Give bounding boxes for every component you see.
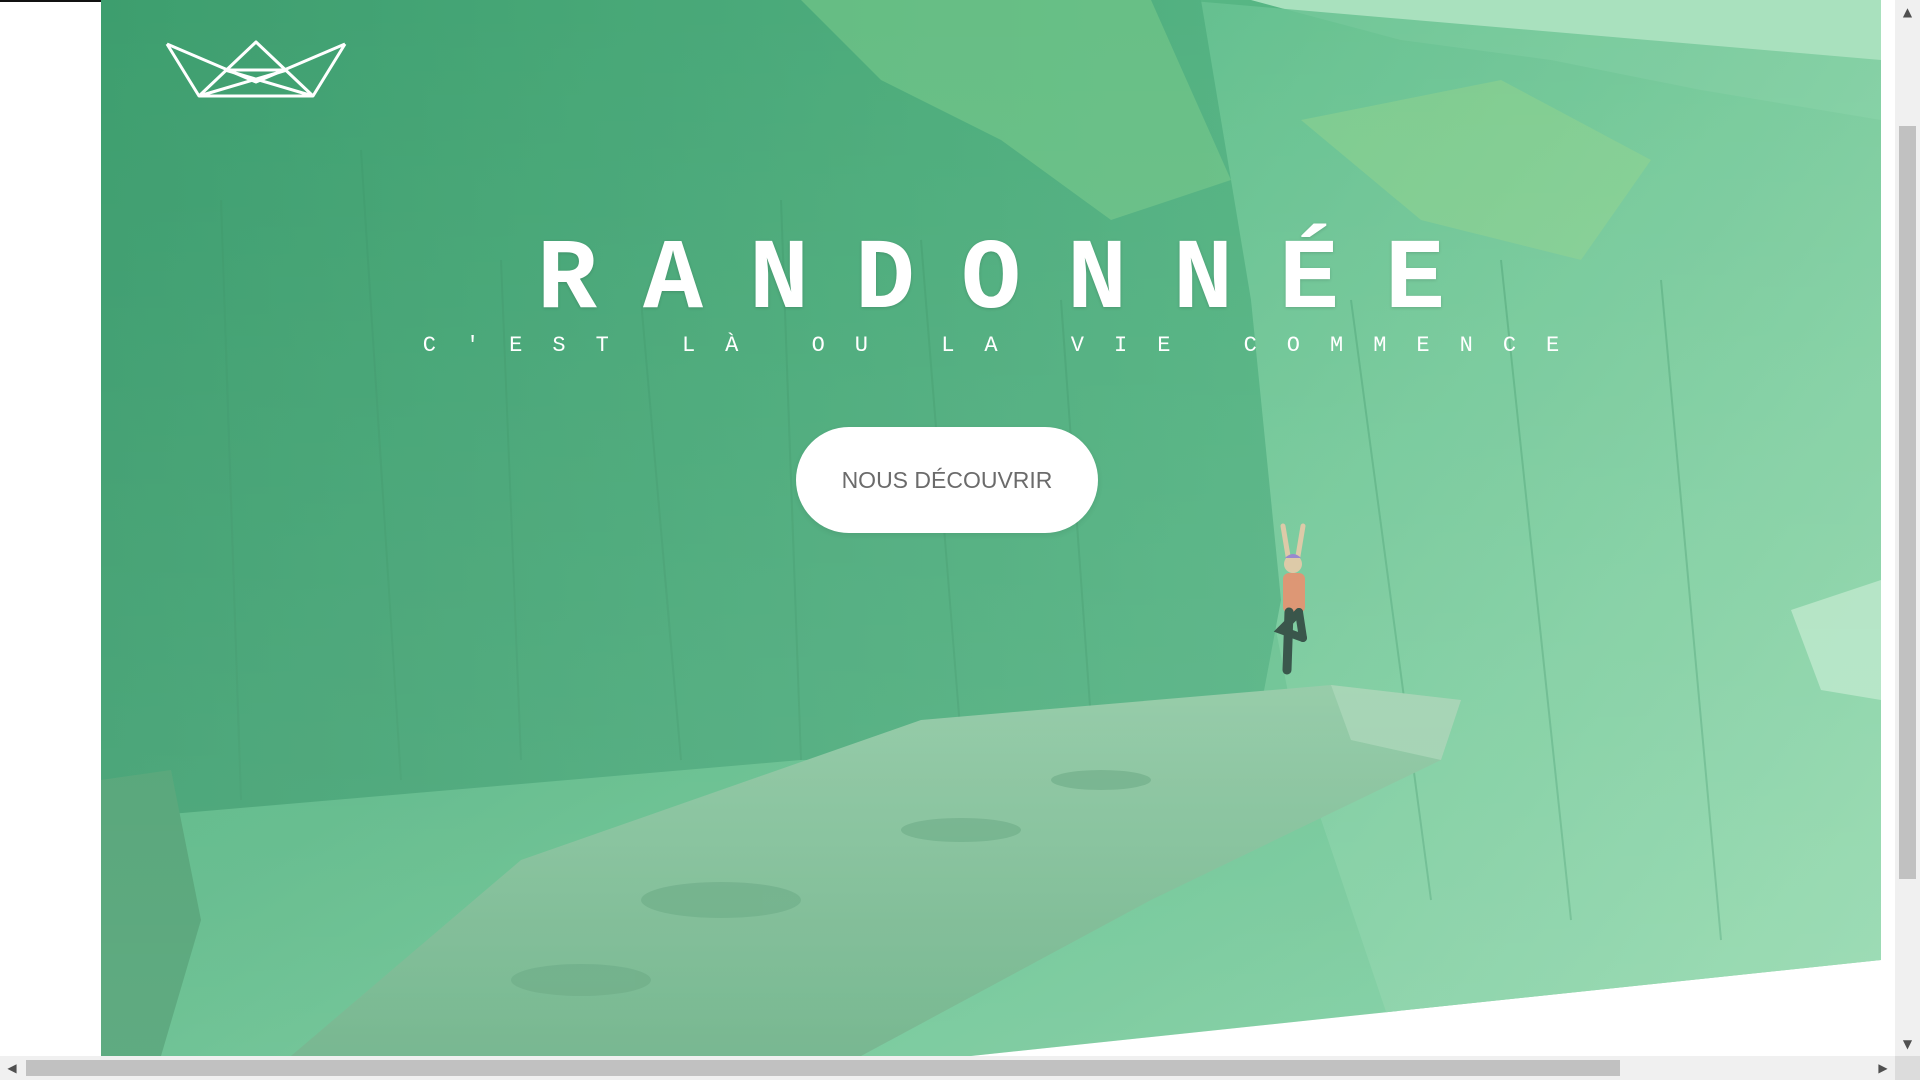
hero-section: RANDONNÉE C'EST LÀ OU LA VIE COMMENCE NO…: [101, 0, 1881, 1056]
scroll-down-arrow-icon[interactable]: ▼: [1895, 1032, 1920, 1056]
browser-viewport: RANDONNÉE C'EST LÀ OU LA VIE COMMENCE NO…: [0, 0, 1920, 1080]
vertical-scroll-thumb[interactable]: [1899, 126, 1916, 879]
scroll-right-arrow-icon[interactable]: ▶: [1871, 1056, 1895, 1080]
hero-subtitle: C'EST LÀ OU LA VIE COMMENCE: [422, 333, 1590, 358]
vertical-scrollbar[interactable]: ▲ ▼: [1895, 0, 1920, 1056]
horizontal-scroll-thumb[interactable]: [26, 1060, 1620, 1076]
scroll-left-arrow-icon[interactable]: ◀: [0, 1056, 24, 1080]
crown-logo-icon[interactable]: [165, 38, 347, 100]
discover-button[interactable]: NOUS DÉCOUVRIR: [796, 427, 1098, 533]
scroll-up-arrow-icon[interactable]: ▲: [1895, 0, 1920, 24]
hero-title: RANDONNÉE: [536, 225, 1492, 338]
top-border: [0, 0, 101, 2]
horizontal-scrollbar[interactable]: ◀ ▶: [0, 1056, 1895, 1080]
scrollbar-corner: [1895, 1056, 1920, 1080]
